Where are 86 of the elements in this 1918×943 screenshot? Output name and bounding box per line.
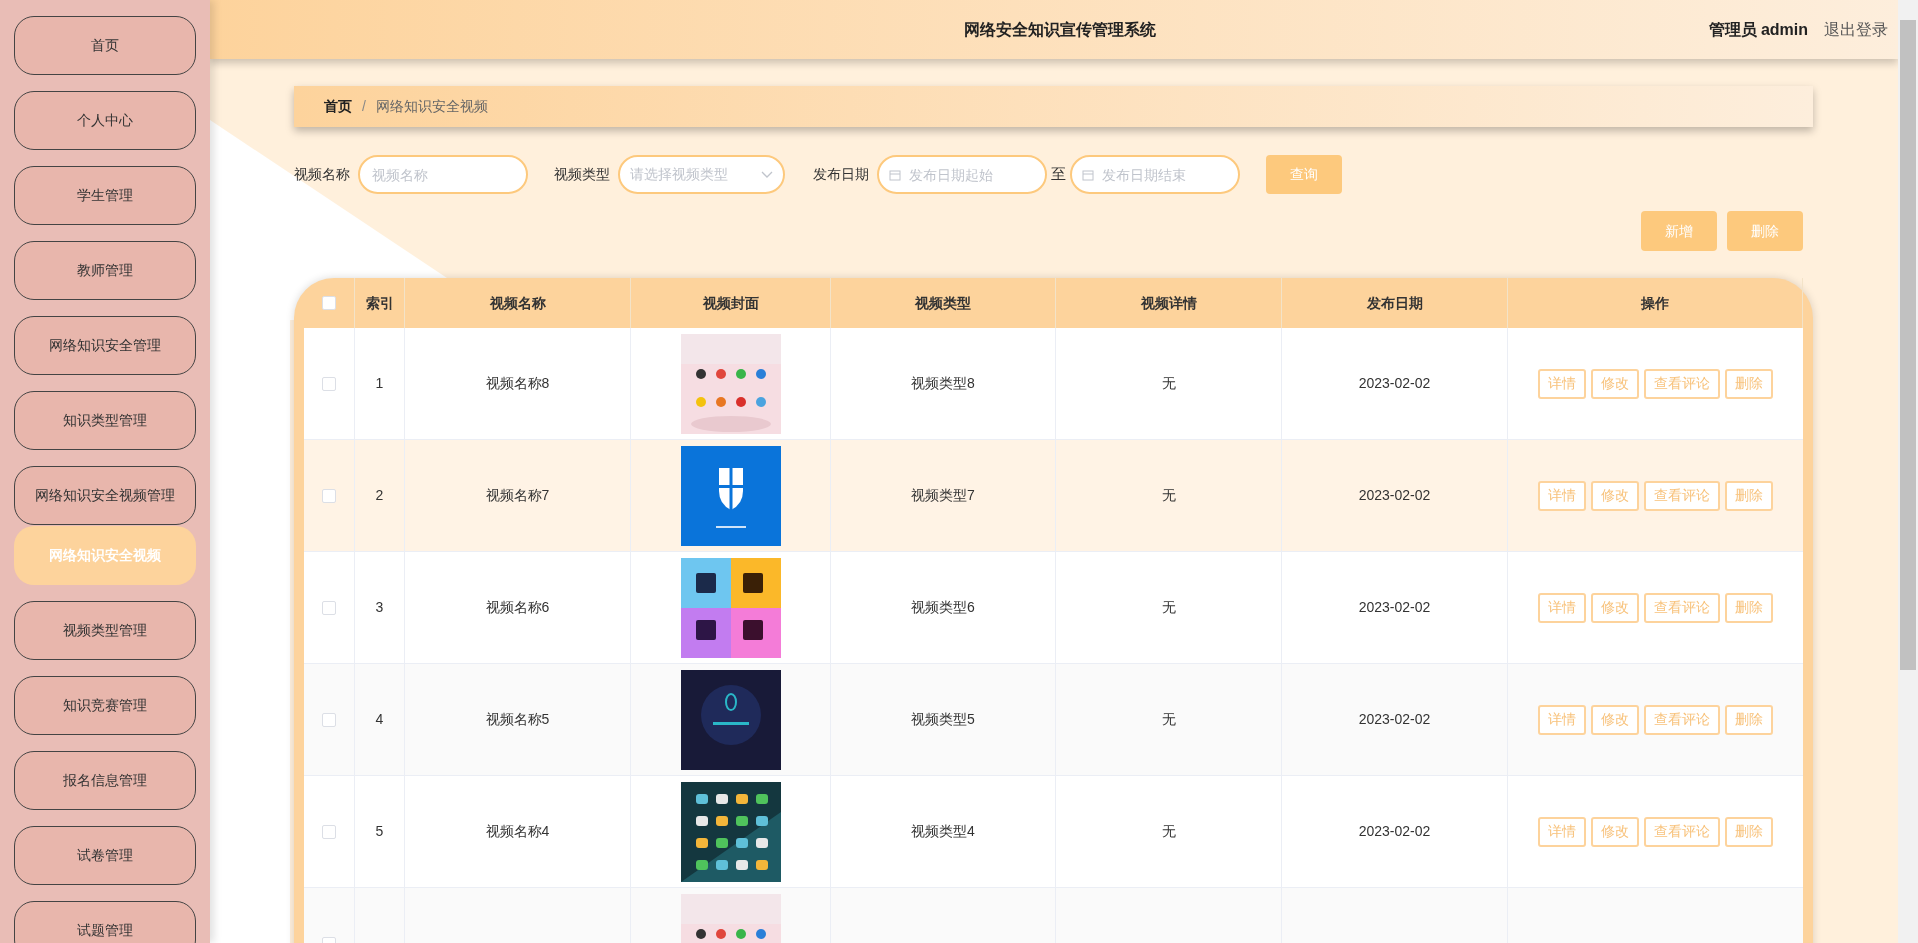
type-select[interactable]: 请选择视频类型	[618, 155, 785, 194]
sidebar-item[interactable]: 网络知识安全视频	[14, 526, 196, 585]
calendar-icon	[889, 169, 901, 181]
table-cell: 视频名称7	[405, 440, 631, 551]
table-cell: 2	[355, 440, 405, 551]
breadcrumb-home[interactable]: 首页	[324, 96, 352, 117]
sidebar-item[interactable]: 知识竞赛管理	[14, 676, 196, 735]
checkbox[interactable]	[322, 712, 336, 727]
date-input[interactable]: 发布日期结束	[1070, 155, 1240, 194]
sidebar-item[interactable]: 网络知识安全视频管理	[14, 466, 196, 525]
action-button[interactable]: 详情	[1538, 704, 1586, 735]
action-button[interactable]: 查看评论	[1644, 368, 1720, 399]
sidebar-item[interactable]: 视频类型管理	[14, 601, 196, 660]
action-button[interactable]: 查看评论	[1644, 704, 1720, 735]
sidebar-item[interactable]: 试题管理	[14, 901, 196, 943]
logout-link[interactable]: 退出登录	[1824, 17, 1888, 42]
action-button[interactable]: 详情	[1538, 480, 1586, 511]
table-cell: 2023-02-02	[1282, 328, 1508, 439]
delete-button[interactable]: 删除	[1727, 211, 1803, 251]
action-button[interactable]: 删除	[1725, 368, 1773, 399]
table-cell: 视频名称6	[405, 552, 631, 663]
action-button[interactable]: 修改	[1591, 816, 1639, 847]
sidebar-item[interactable]: 学生管理	[14, 166, 196, 225]
filter-label: 视频类型	[554, 165, 610, 184]
add-button[interactable]: 新增	[1641, 211, 1717, 251]
sidebar-item[interactable]: 首页	[14, 16, 196, 75]
breadcrumb-current: 网络知识安全视频	[375, 97, 488, 116]
table-cell: 4	[355, 664, 405, 775]
table-cell: 无	[1056, 664, 1282, 775]
sidebar-item[interactable]: 试卷管理	[14, 826, 196, 885]
table-cell: 视频类型8	[831, 328, 1056, 439]
table-cell: 无	[1056, 328, 1282, 439]
sidebar-item[interactable]: 报名信息管理	[14, 751, 196, 810]
table-cell: 2023-02-02	[1282, 776, 1508, 887]
breadcrumb-separator: /	[362, 97, 366, 116]
table-cell: 视频类型6	[831, 552, 1056, 663]
table-cell: 视频名称5	[405, 664, 631, 775]
action-button[interactable]: 详情	[1538, 592, 1586, 623]
sidebar-item[interactable]: 网络知识安全管理	[14, 316, 196, 375]
table-cell: 1	[355, 328, 405, 439]
table-cell: 视频名称8	[405, 328, 631, 439]
search-button[interactable]: 查询	[1266, 155, 1342, 194]
table-cell: 2023-02-02	[1282, 440, 1508, 551]
action-button[interactable]: 详情	[1538, 368, 1586, 399]
action-button[interactable]: 查看评论	[1644, 592, 1720, 623]
table-cell: 视频类型7	[831, 440, 1056, 551]
scrollbar[interactable]	[1898, 0, 1918, 943]
table-cell: 2023-02-02	[1282, 552, 1508, 663]
checkbox[interactable]	[322, 600, 336, 615]
sidebar-item[interactable]: 个人中心	[14, 91, 196, 150]
checkbox[interactable]	[322, 296, 336, 310]
table-cell: 3	[355, 552, 405, 663]
table-cell: 视频类型4	[831, 776, 1056, 887]
table-cell: 视频类型5	[831, 664, 1056, 775]
action-button[interactable]: 查看评论	[1644, 816, 1720, 847]
action-button[interactable]: 修改	[1591, 480, 1639, 511]
app-title: 网络安全知识宣传管理系统	[964, 19, 1156, 40]
action-button[interactable]: 删除	[1725, 480, 1773, 511]
user-name: admin	[1760, 19, 1808, 40]
action-button[interactable]: 删除	[1725, 816, 1773, 847]
chevron-down-icon	[761, 170, 773, 179]
date-input[interactable]: 发布日期起始	[877, 155, 1047, 194]
table-cell: 5	[355, 776, 405, 887]
user-role: 管理员	[1708, 19, 1757, 40]
action-button[interactable]: 修改	[1591, 704, 1639, 735]
sidebar-item[interactable]: 知识类型管理	[14, 391, 196, 450]
filter-label: 发布日期	[813, 165, 869, 184]
action-button[interactable]: 删除	[1725, 592, 1773, 623]
checkbox[interactable]	[322, 488, 336, 503]
action-button[interactable]: 修改	[1591, 592, 1639, 623]
table-cell: 无	[1056, 776, 1282, 887]
action-button[interactable]: 详情	[1538, 816, 1586, 847]
table-cell: 无	[1056, 440, 1282, 551]
name-input[interactable]: 视频名称	[358, 155, 528, 194]
filter-label: 视频名称	[294, 165, 350, 184]
checkbox[interactable]	[322, 824, 336, 839]
action-button[interactable]: 删除	[1725, 704, 1773, 735]
checkbox[interactable]	[322, 376, 336, 391]
table-cell: 视频名称4	[405, 776, 631, 887]
range-separator: 至	[1051, 164, 1066, 185]
table-cell: 无	[1056, 552, 1282, 663]
action-button[interactable]: 修改	[1591, 368, 1639, 399]
table-cell: 2023-02-02	[1282, 664, 1508, 775]
action-button[interactable]: 查看评论	[1644, 480, 1720, 511]
calendar-icon	[1082, 169, 1094, 181]
sidebar-item[interactable]: 教师管理	[14, 241, 196, 300]
